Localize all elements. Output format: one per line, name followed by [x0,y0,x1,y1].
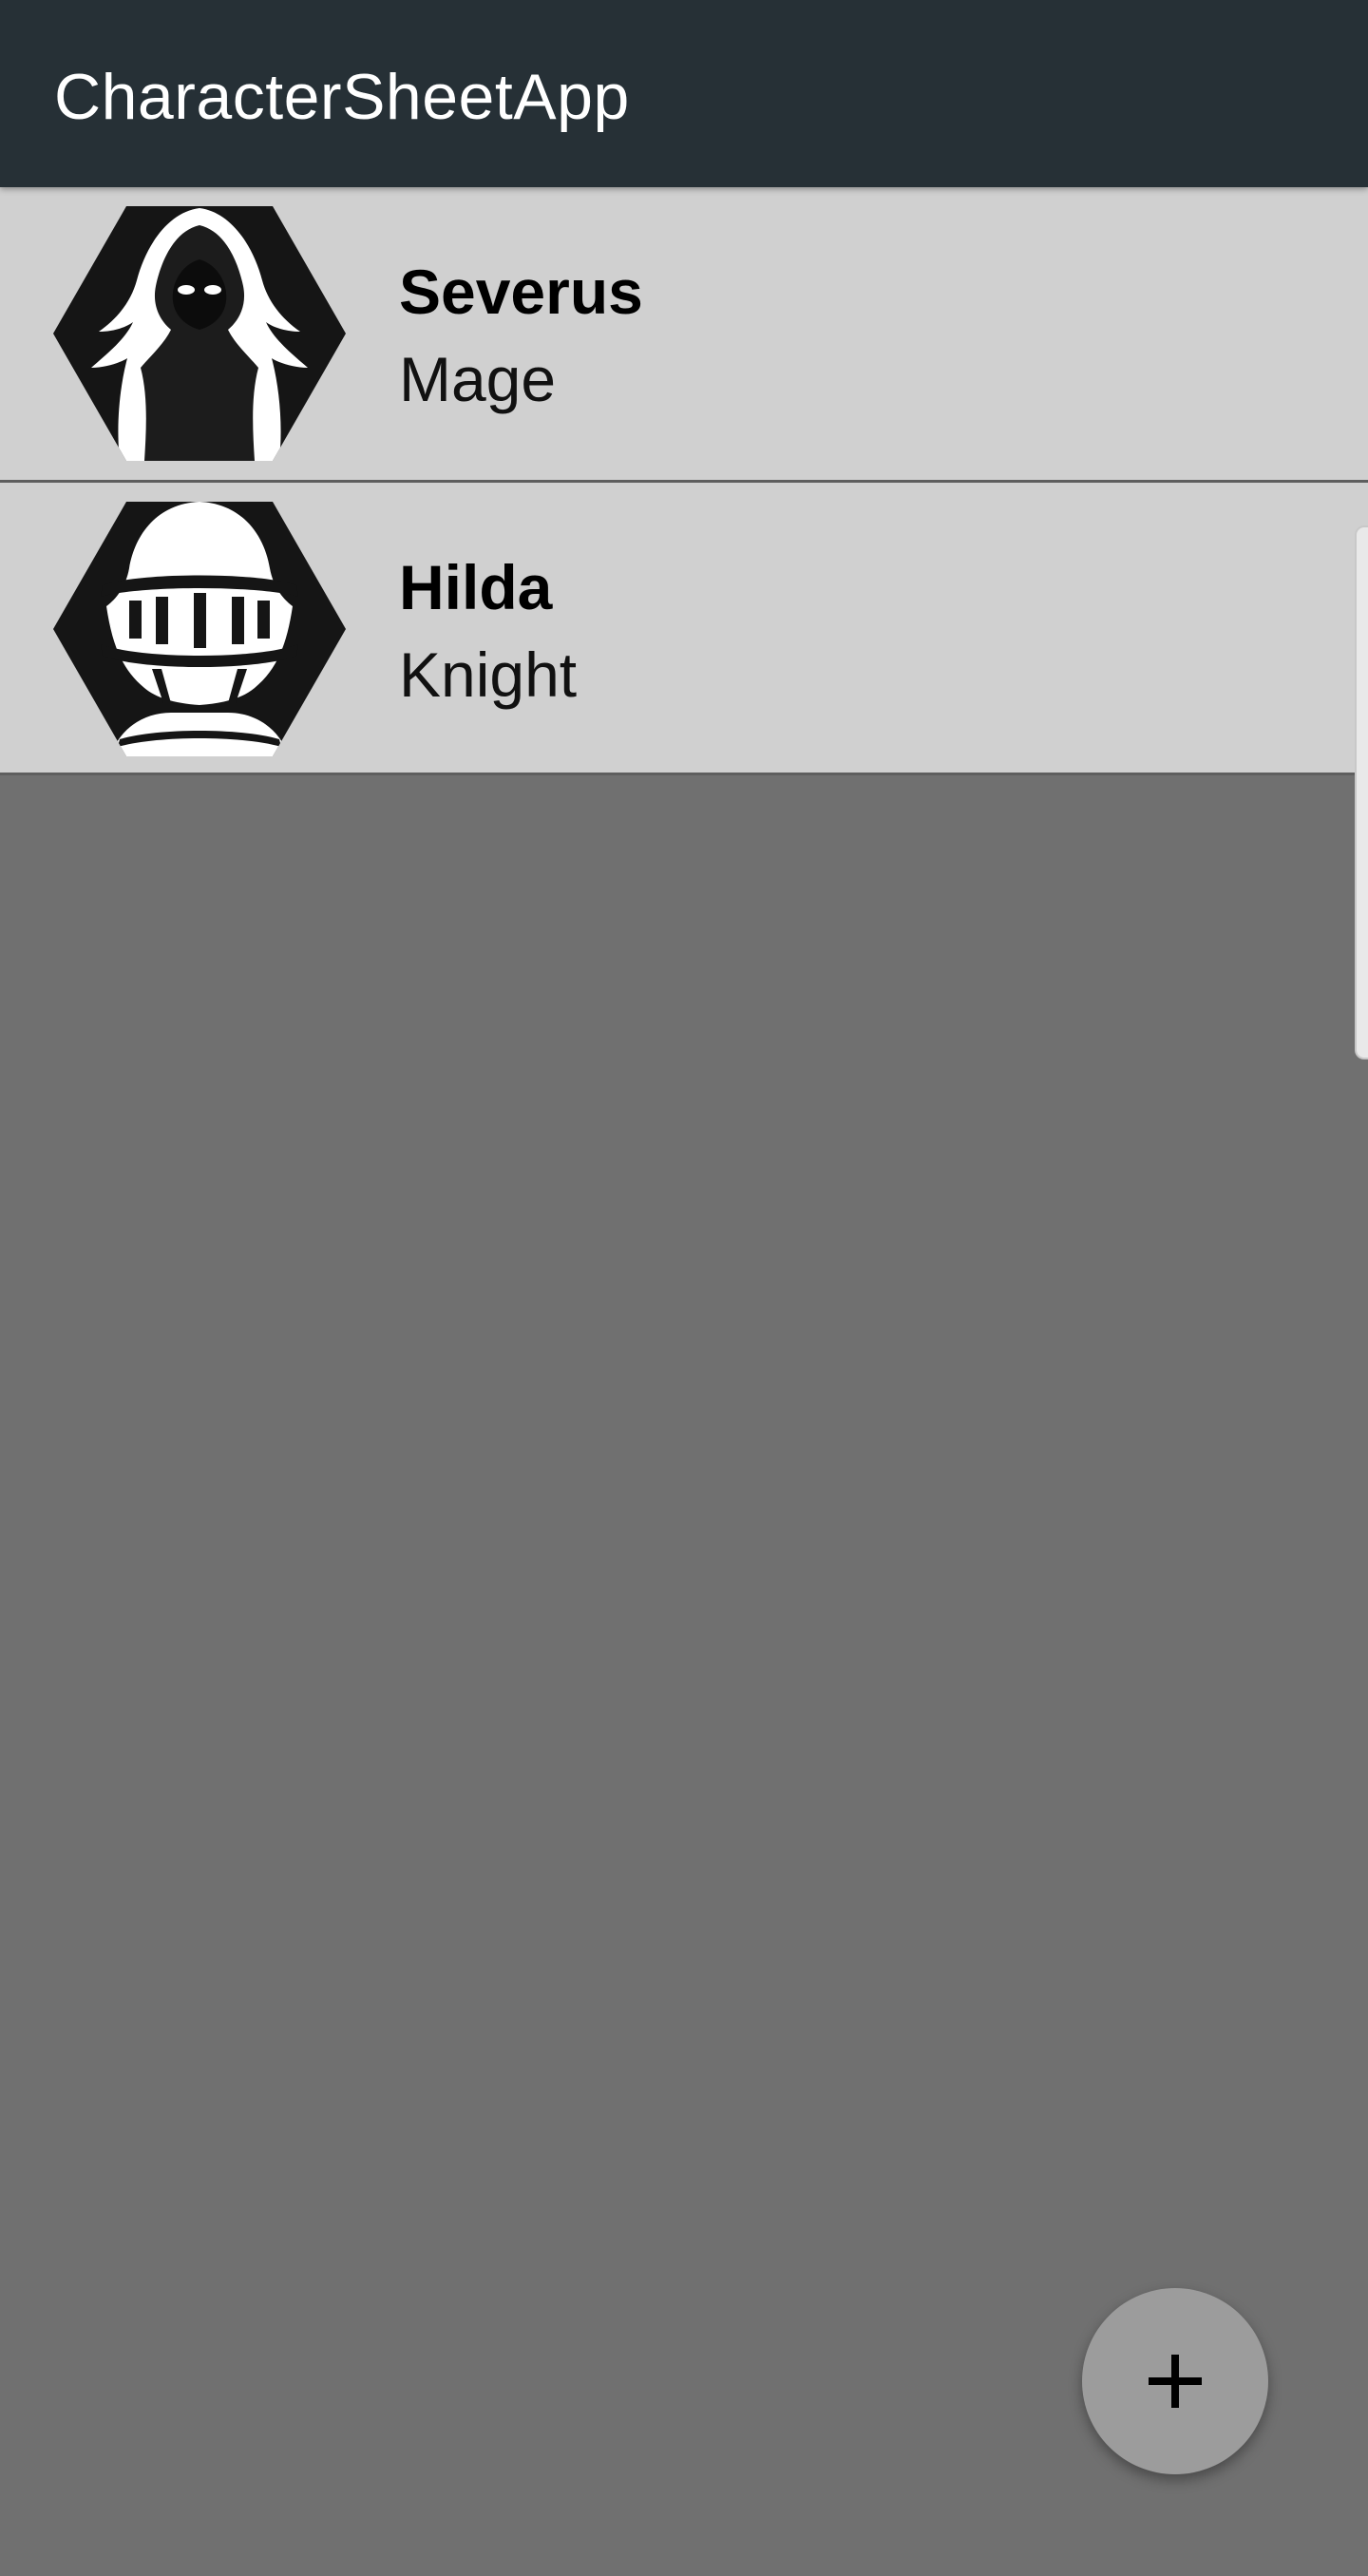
plus-icon [1149,2355,1202,2408]
character-class: Knight [399,639,578,710]
app-bar: CharacterSheetApp [0,0,1368,187]
character-class: Mage [399,344,557,414]
app-title: CharacterSheetApp [54,61,630,133]
character-name: Severus [399,257,643,327]
app-screen: CharacterSheetApp Severus Mage Hilda Kni… [0,0,1368,2576]
add-character-button[interactable] [1082,2288,1268,2474]
hooded-mage-icon [53,206,346,461]
knight-helmet-icon [53,502,346,756]
character-row-severus[interactable]: Severus Mage [0,187,1368,483]
character-row-hilda[interactable]: Hilda Knight [0,483,1368,775]
character-list: Severus Mage Hilda Knight [0,187,1368,775]
scrollbar[interactable] [1355,525,1368,1059]
character-name: Hilda [399,552,553,622]
